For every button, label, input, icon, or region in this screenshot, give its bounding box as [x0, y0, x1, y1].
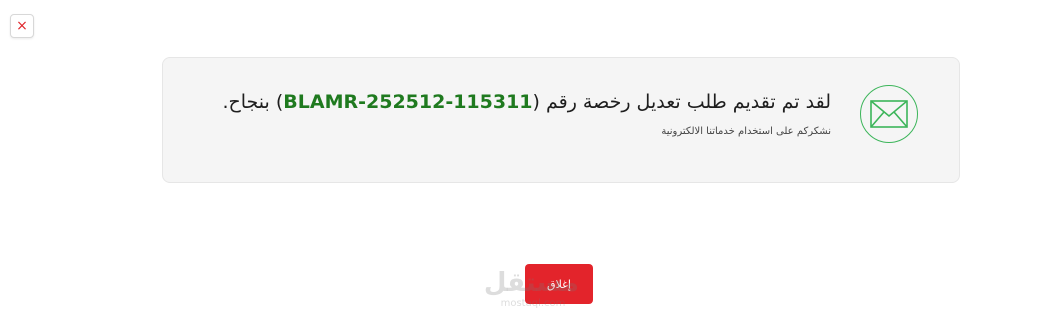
message-text-block: لقد تم تقديم طلب تعديل رخصة رقم (BLAMR-2… [222, 86, 831, 137]
reference-number: BLAMR-252512-115311 [283, 91, 533, 113]
success-message-card: لقد تم تقديم طلب تعديل رخصة رقم (BLAMR-2… [162, 57, 960, 183]
close-icon[interactable]: × [10, 14, 34, 38]
headline-prefix: لقد تم تقديم طلب تعديل رخصة رقم ( [532, 91, 831, 113]
envelope-icon [860, 85, 918, 143]
success-headline: لقد تم تقديم طلب تعديل رخصة رقم (BLAMR-2… [222, 86, 831, 118]
headline-suffix: ) بنجاح. [222, 91, 284, 113]
close-button[interactable]: إغلاق [525, 264, 593, 304]
thank-you-subtitle: نشكركم على استخدام خدماتنا الالكترونية [661, 126, 831, 137]
